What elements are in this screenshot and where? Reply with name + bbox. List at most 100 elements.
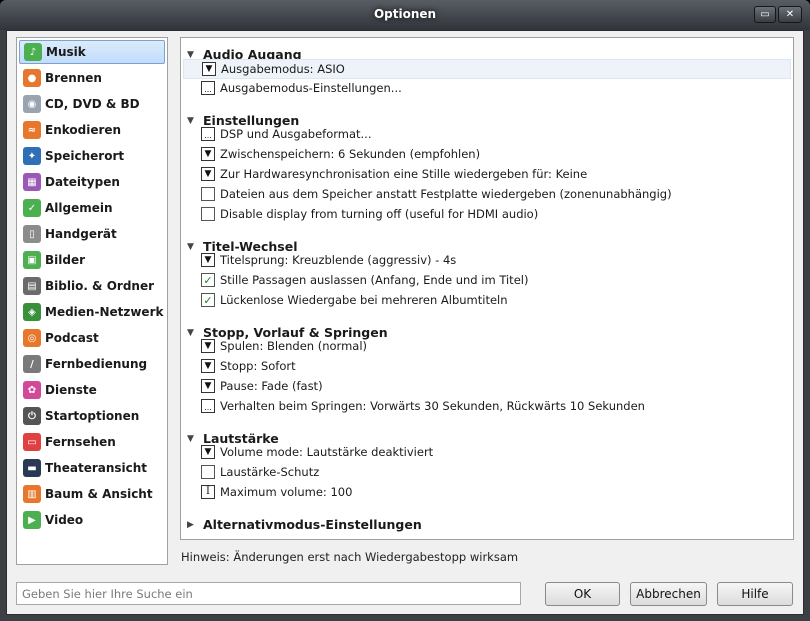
sidebar-item[interactable]: ◎ Podcast <box>19 326 165 350</box>
option-label: Titelsprung: Kreuzblende (aggressiv) - 4… <box>220 253 457 267</box>
close-button[interactable]: ✕ <box>778 6 802 23</box>
sidebar-item-label: Fernsehen <box>45 435 116 449</box>
pictures-icon: ▣ <box>23 251 41 269</box>
sidebar-item[interactable]: ▦ Dateitypen <box>19 170 165 194</box>
sidebar-item[interactable]: ✦ Speicherort <box>19 144 165 168</box>
expand-down-icon: ▼ <box>187 327 194 338</box>
option-row[interactable]: Dateien aus dem Speicher anstatt Festpla… <box>201 187 672 201</box>
section-title: Alternativmodus-Einstellungen <box>203 517 422 532</box>
ellipsis-icon[interactable]: ... <box>201 81 215 95</box>
dropdown-icon[interactable]: ▼ <box>201 339 215 353</box>
general-icon: ✓ <box>23 199 41 217</box>
sidebar-item-label: Musik <box>46 45 86 59</box>
option-row[interactable]: ... Ausgabemodus-Einstellungen... <box>201 81 402 95</box>
help-button[interactable]: Hilfe <box>717 582 793 606</box>
checkbox-icon[interactable] <box>201 465 215 479</box>
remote-icon: / <box>23 355 41 373</box>
option-row[interactable]: ... DSP und Ausgabeformat... <box>201 127 371 141</box>
sidebar-item[interactable]: ▭ Fernsehen <box>19 430 165 454</box>
checkbox-icon[interactable] <box>201 207 215 221</box>
option-row[interactable]: ▼ Zwischenspeichern: 6 Sekunden (empfohle… <box>201 147 480 161</box>
option-row[interactable]: ▼ Zur Hardwaresynchronisation eine Stille… <box>201 167 587 181</box>
checkbox-icon[interactable]: ✓ <box>201 273 215 287</box>
option-label: Lückenlose Wiedergabe bei mehreren Album… <box>220 293 508 307</box>
tv-icon: ▭ <box>23 433 41 451</box>
option-label: Volume mode: Lautstärke deaktiviert <box>220 445 434 459</box>
sidebar-item[interactable]: ▥ Baum & Ansicht <box>19 482 165 506</box>
ok-button[interactable]: OK <box>545 582 620 606</box>
sidebar-item[interactable]: ✿ Dienste <box>19 378 165 402</box>
dropdown-icon[interactable]: ▼ <box>201 379 215 393</box>
option-label: DSP und Ausgabeformat... <box>220 127 372 141</box>
sidebar-item[interactable]: ● Brennen <box>19 66 165 90</box>
option-label: Zur Hardwaresynchronisation eine Stille … <box>220 167 588 181</box>
sidebar-item-label: Biblio. & Ordner <box>45 279 155 293</box>
maximize-button[interactable]: ▭ <box>754 6 776 23</box>
section-header[interactable]: ▼ Titel-Wechsel <box>187 239 298 254</box>
dropdown-icon[interactable]: ▼ <box>201 359 215 373</box>
option-row[interactable]: ▼ Spulen: Blenden (normal) <box>201 339 367 353</box>
checkbox-icon[interactable]: ✓ <box>201 293 215 307</box>
sidebar-item[interactable]: ◉ CD, DVD & BD <box>19 92 165 116</box>
sidebar-item[interactable]: ▯ Handgerät <box>19 222 165 246</box>
section-header[interactable]: ▼ Einstellungen <box>187 113 299 128</box>
dropdown-icon[interactable]: ▼ <box>202 62 216 76</box>
option-row[interactable]: Disable display from turning off (useful… <box>201 207 538 221</box>
sidebar-item[interactable]: ▬ Theateransicht <box>19 456 165 480</box>
option-row[interactable]: ▼ Stopp: Sofort <box>201 359 296 373</box>
text-cursor-icon[interactable]: I <box>201 485 215 499</box>
sidebar-item[interactable]: ▤ Biblio. & Ordner <box>19 274 165 298</box>
option-label: Stille Passagen auslassen (Anfang, Ende … <box>220 273 529 287</box>
option-row[interactable]: ▼ Titelsprung: Kreuzblende (aggressiv) - … <box>201 253 456 267</box>
sidebar-item[interactable]: ♪ Musik <box>19 40 165 64</box>
category-list[interactable]: ♪ Musik ● Brennen ◉ CD, DVD & BD ≈ Enkodieren ✦ S… <box>16 37 168 565</box>
window-title: Optionen <box>373 7 437 21</box>
search-input[interactable] <box>16 582 521 605</box>
section-header[interactable]: ▼ Stopp, Vorlauf & Springen <box>187 325 388 340</box>
options-panel[interactable]: ▼ Audio Augang ▼ Einstellungen ▼ Titel-Wechse… <box>180 37 794 540</box>
option-row[interactable]: ▼ Ausgabemodus: ASIO <box>183 59 791 79</box>
section-title: Titel-Wechsel <box>203 239 298 254</box>
section-header[interactable]: ▼ Lautstärke <box>187 431 279 446</box>
sidebar-item[interactable]: ≈ Enkodieren <box>19 118 165 142</box>
sidebar-item[interactable]: ◈ Medien-Netzwerk <box>19 300 165 324</box>
sidebar-item-label: Fernbedienung <box>45 357 148 371</box>
sidebar-item-label: Video <box>45 513 84 527</box>
dropdown-icon[interactable]: ▼ <box>201 445 215 459</box>
sidebar-item-label: Dateitypen <box>45 175 120 189</box>
sidebar-item-label: Allgemein <box>45 201 113 215</box>
expand-down-icon: ▼ <box>187 115 194 126</box>
option-row[interactable]: Laustärke-Schutz <box>201 465 319 479</box>
music-icon: ♪ <box>24 43 42 61</box>
dropdown-icon[interactable]: ▼ <box>201 167 215 181</box>
cancel-button[interactable]: Abbrechen <box>630 582 707 606</box>
title-bar[interactable]: Optionen ▭ ✕ <box>0 0 810 30</box>
section-title: Einstellungen <box>203 113 300 128</box>
checkbox-icon[interactable] <box>201 187 215 201</box>
section-header[interactable]: ▶ Alternativmodus-Einstellungen <box>187 517 422 532</box>
sidebar-item[interactable]: ✓ Allgemein <box>19 196 165 220</box>
sidebar-item-label: Podcast <box>45 331 99 345</box>
option-row[interactable]: ... Verhalten beim Springen: Vorwärts 30 … <box>201 399 645 413</box>
sidebar-item[interactable]: / Fernbedienung <box>19 352 165 376</box>
option-row[interactable]: ✓ Stille Passagen auslassen (Anfang, Ende… <box>201 273 528 287</box>
expand-right-icon: ▶ <box>187 519 194 530</box>
dropdown-icon[interactable]: ▼ <box>201 253 215 267</box>
option-label: Verhalten beim Springen: Vorwärts 30 Sek… <box>220 399 645 413</box>
sidebar-item-label: Handgerät <box>45 227 117 241</box>
option-row[interactable]: ✓ Lückenlose Wiedergabe bei mehreren Albu… <box>201 293 508 307</box>
option-label: Zwischenspeichern: 6 Sekunden (empfohlen… <box>220 147 481 161</box>
option-row[interactable]: ▼ Volume mode: Lautstärke deaktiviert <box>201 445 433 459</box>
ellipsis-icon[interactable]: ... <box>201 399 215 413</box>
section-title: Lautstärke <box>203 431 279 446</box>
option-row[interactable]: I Maximum volume: 100 <box>201 485 352 499</box>
sidebar-item[interactable]: ▣ Bilder <box>19 248 165 272</box>
option-row[interactable]: ▼ Pause: Fade (fast) <box>201 379 323 393</box>
sidebar-item[interactable]: ▶ Video <box>19 508 165 532</box>
dropdown-icon[interactable]: ▼ <box>201 147 215 161</box>
sidebar-item[interactable]: ⏻ Startoptionen <box>19 404 165 428</box>
section-title: Stopp, Vorlauf & Springen <box>203 325 388 340</box>
ellipsis-icon[interactable]: ... <box>201 127 215 141</box>
device-icon: ▯ <box>23 225 41 243</box>
podcast-icon: ◎ <box>23 329 41 347</box>
